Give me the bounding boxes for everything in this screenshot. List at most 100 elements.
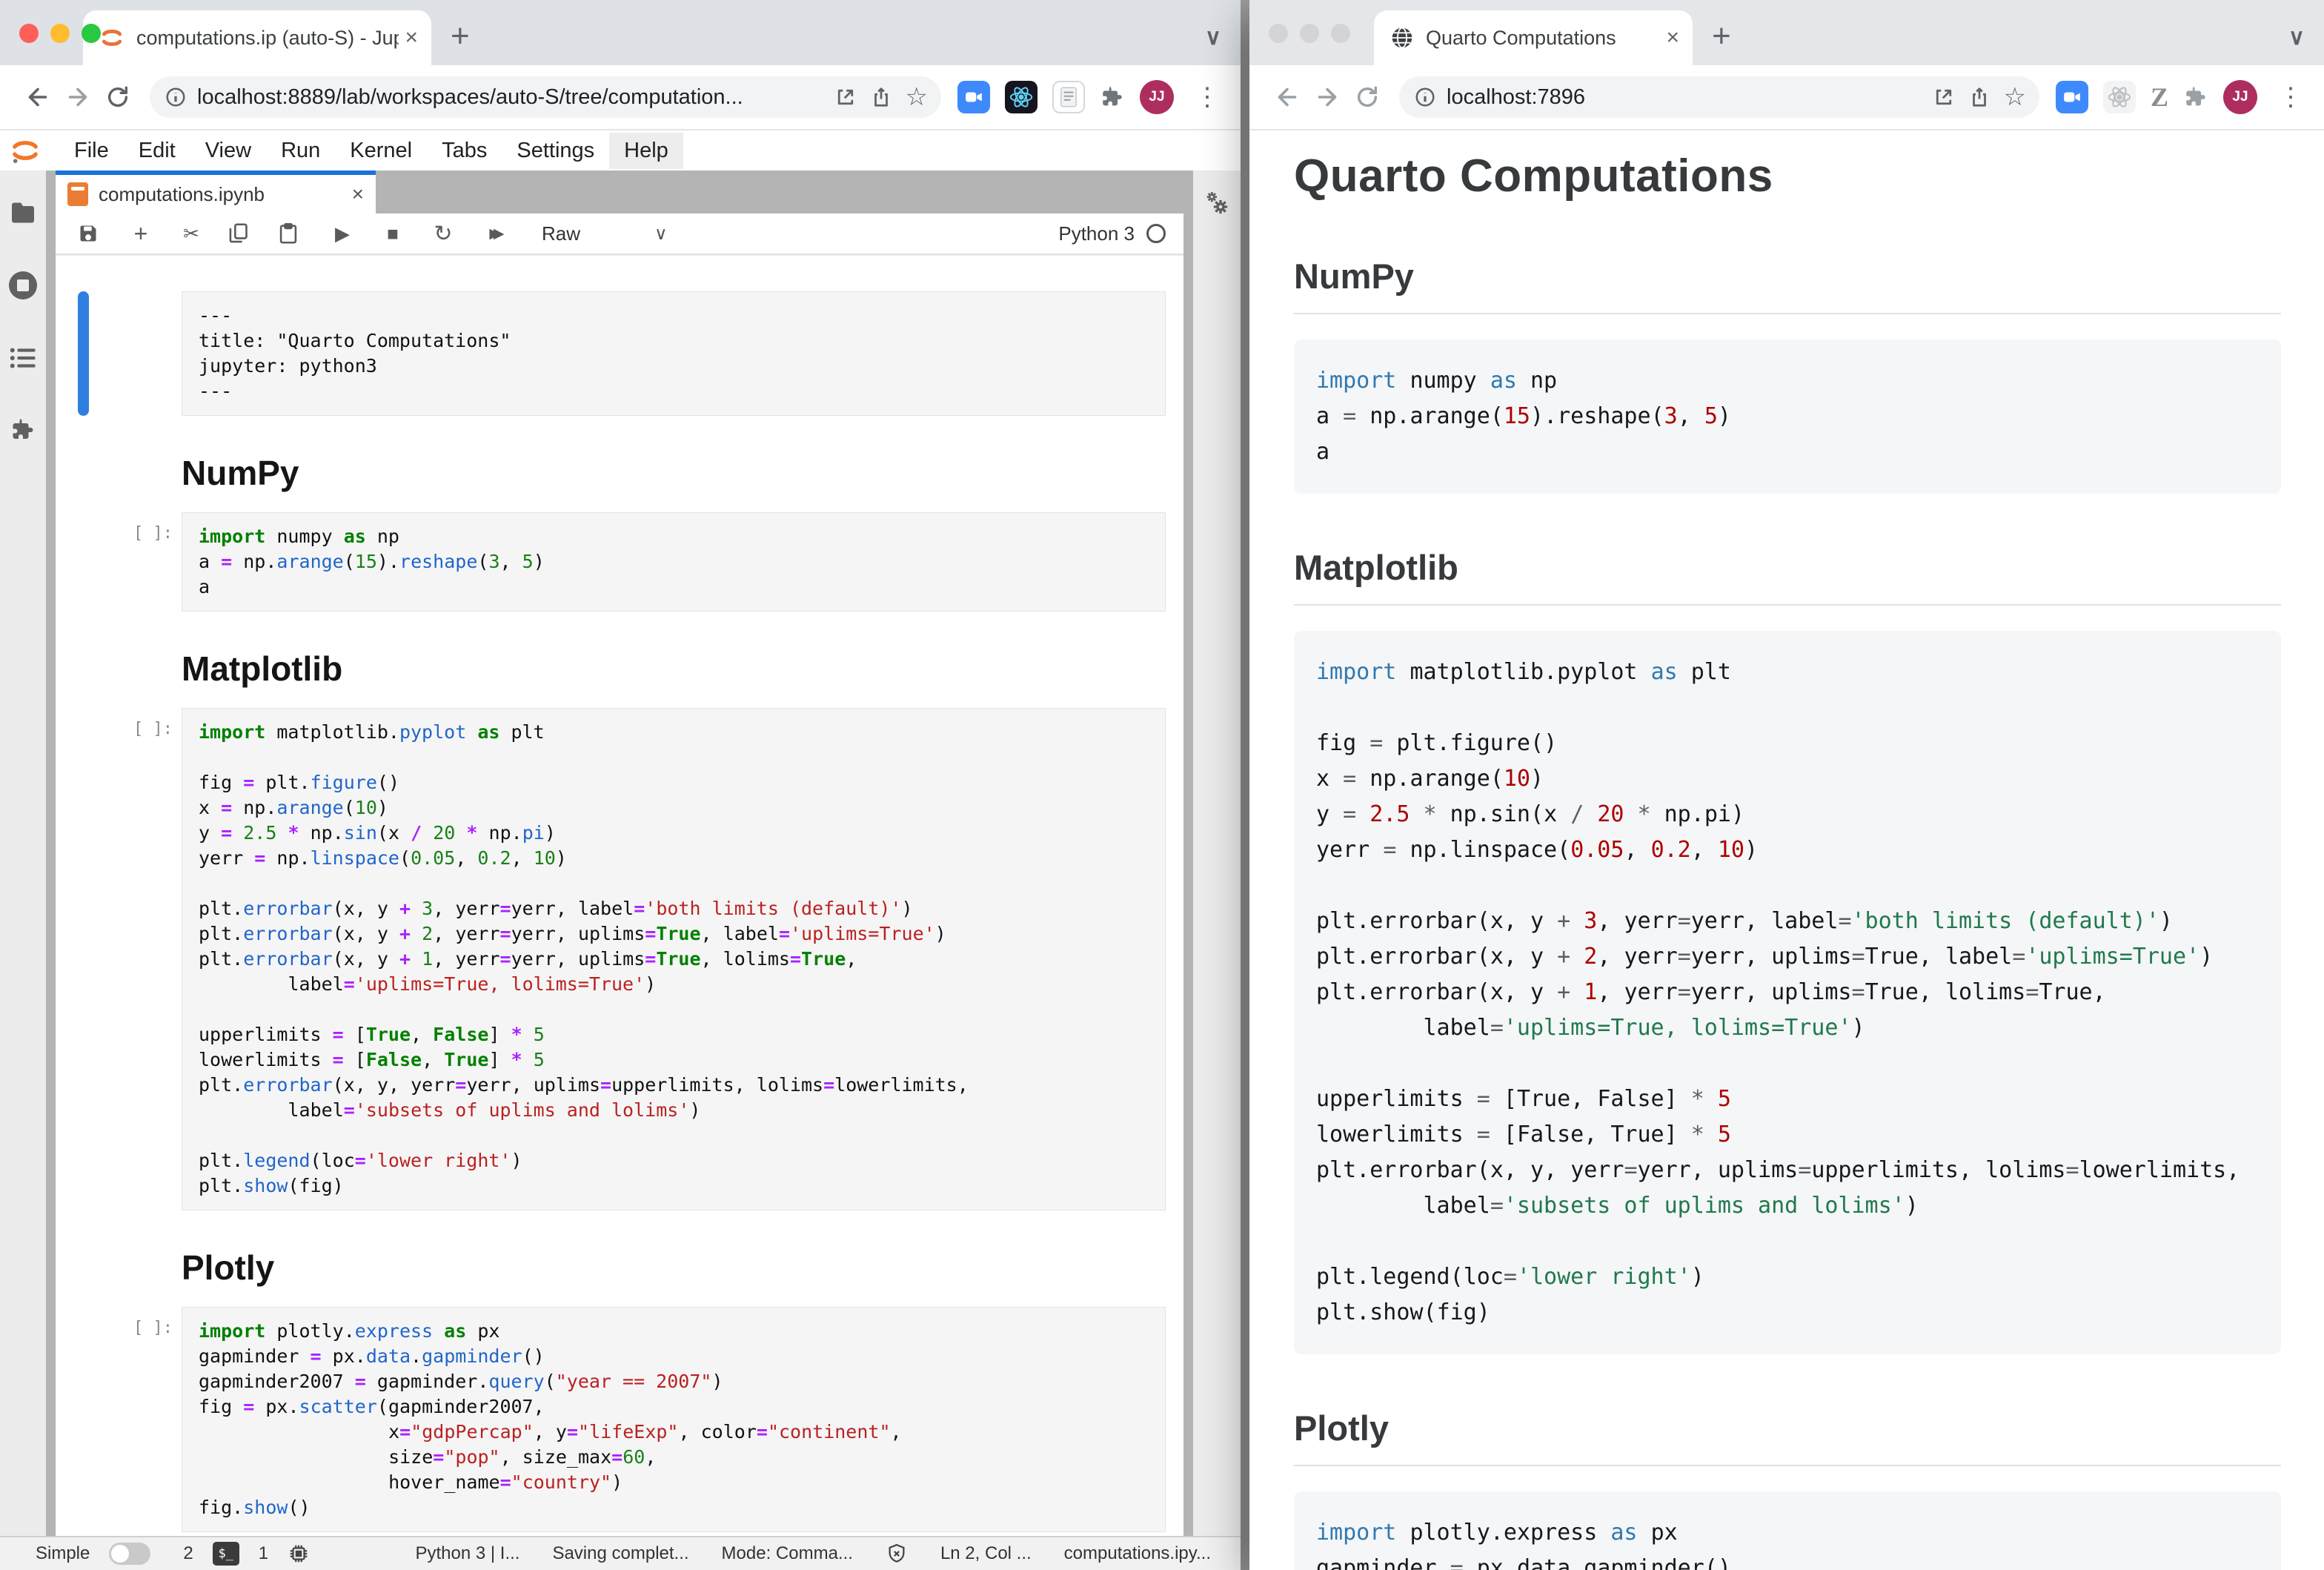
bookmark-star-icon[interactable]: ☆: [2004, 85, 2026, 110]
macos-window-controls[interactable]: [1269, 24, 1350, 43]
puzzle-extensions-icon[interactable]: [1100, 85, 1125, 110]
simple-mode-toggle[interactable]: [109, 1543, 150, 1565]
code-block-numpy: import numpy as np a = np.arange(15).res…: [1294, 339, 2281, 494]
url-text[interactable]: localhost:7896: [1447, 85, 1919, 110]
close-window-button[interactable]: [1269, 24, 1288, 43]
paste-cells-button[interactable]: [279, 223, 305, 244]
globe-favicon: [1390, 26, 1414, 50]
share-icon[interactable]: [1968, 86, 1991, 108]
cell-type-dropdown[interactable]: Raw: [542, 222, 580, 245]
code-cell-editor[interactable]: import plotly.express as px gapminder = …: [182, 1307, 1166, 1532]
browser-tab[interactable]: Quarto Computations ×: [1374, 10, 1693, 65]
address-bar[interactable]: localhost:8889/lab/workspaces/auto-S/tre…: [150, 76, 941, 118]
raw-cell-editor[interactable]: --- title: "Quarto Computations" jupyter…: [182, 291, 1166, 416]
menu-edit[interactable]: Edit: [124, 133, 190, 169]
menu-kernel[interactable]: Kernel: [335, 133, 427, 169]
forward-button[interactable]: [1307, 77, 1347, 117]
tab-close-icon[interactable]: ×: [1666, 25, 1679, 50]
share-icon[interactable]: [870, 86, 892, 108]
code-cell-editor[interactable]: import matplotlib.pyplot as plt fig = pl…: [182, 708, 1166, 1210]
extension-manager-icon[interactable]: [10, 417, 36, 443]
document-extension-icon[interactable]: [1052, 81, 1085, 113]
reload-button[interactable]: [98, 77, 138, 117]
property-inspector-gears-icon[interactable]: [1202, 188, 1232, 218]
restart-kernel-button[interactable]: ↻: [431, 221, 456, 247]
forward-button[interactable]: [58, 77, 98, 117]
extensions-row: Z JJ ⋮: [2056, 80, 2309, 114]
cell-type-chevron-icon[interactable]: ∨: [654, 223, 668, 245]
table-of-contents-icon[interactable]: [10, 347, 36, 369]
code-cell-numpy[interactable]: [ ]: import numpy as np a = np.arange(15…: [56, 512, 1166, 612]
address-bar[interactable]: localhost:7896 ☆: [1399, 76, 2039, 118]
restart-run-all-button[interactable]: ▶▶: [481, 225, 506, 242]
cursor-position[interactable]: Ln 2, Col ...: [940, 1543, 1032, 1564]
code-cell-editor[interactable]: import numpy as np a = np.arange(15).res…: [182, 512, 1166, 612]
open-in-new-icon[interactable]: [1933, 86, 1955, 108]
kernel-name[interactable]: Python 3: [1058, 222, 1135, 245]
cut-cells-button[interactable]: ✂: [179, 222, 204, 245]
stop-kernel-button[interactable]: ■: [380, 222, 405, 245]
browser-tab[interactable]: computations.ip (auto-S) - Jup ×: [83, 10, 431, 65]
saving-status: Saving complet...: [552, 1543, 688, 1564]
bookmark-star-icon[interactable]: ☆: [906, 85, 928, 110]
running-kernels-icon[interactable]: [9, 271, 37, 299]
minimize-window-button[interactable]: [1300, 24, 1319, 43]
raw-cell[interactable]: --- title: "Quarto Computations" jupyter…: [56, 291, 1166, 416]
kernel-status-text[interactable]: Python 3 | I...: [415, 1543, 519, 1564]
open-in-new-icon[interactable]: [834, 86, 857, 108]
reload-button[interactable]: [1347, 77, 1387, 117]
code-cell-matplotlib[interactable]: [ ]: import matplotlib.pyplot as plt fig…: [56, 708, 1166, 1210]
new-tab-button[interactable]: +: [451, 18, 470, 55]
close-window-button[interactable]: [19, 24, 39, 43]
terminals-count: 2: [183, 1543, 193, 1564]
menu-view[interactable]: View: [190, 133, 266, 169]
maximize-window-button[interactable]: [1331, 24, 1350, 43]
extensions-row: JJ ⋮: [957, 80, 1226, 114]
copy-cells-button[interactable]: [229, 223, 254, 244]
url-text[interactable]: localhost:8889/lab/workspaces/auto-S/tre…: [197, 85, 821, 110]
tab-overview-chevron-icon[interactable]: ∨: [1205, 24, 1221, 50]
zoom-extension-icon[interactable]: [2056, 81, 2088, 113]
profile-avatar[interactable]: JJ: [1140, 80, 1174, 114]
save-button[interactable]: [78, 223, 103, 244]
notebook-file-icon: [67, 182, 88, 206]
browser-tab-title: computations.ip (auto-S) - Jup: [136, 27, 399, 50]
notebook-tab-close-icon[interactable]: ×: [352, 182, 364, 206]
site-info-icon[interactable]: [165, 86, 187, 108]
notebook-tab[interactable]: computations.ipynb ×: [56, 170, 376, 213]
mode-indicator[interactable]: Mode: Comma...: [722, 1543, 853, 1564]
menu-run[interactable]: Run: [266, 133, 335, 169]
terminal-icon[interactable]: $_: [213, 1542, 239, 1566]
site-info-icon[interactable]: [1414, 86, 1436, 108]
menu-settings[interactable]: Settings: [502, 133, 609, 169]
tab-overview-chevron-icon[interactable]: ∨: [2288, 24, 2305, 50]
menu-tabs[interactable]: Tabs: [427, 133, 502, 169]
add-cell-button[interactable]: +: [128, 220, 153, 248]
raw-cell-content[interactable]: --- title: "Quarto Computations" jupyter…: [199, 303, 1149, 404]
zoom-extension-icon[interactable]: [957, 81, 990, 113]
menu-file[interactable]: File: [59, 133, 124, 169]
puzzle-extensions-icon[interactable]: [2183, 85, 2208, 110]
react-devtools-extension-icon[interactable]: [2103, 81, 2136, 113]
maximize-window-button[interactable]: [82, 24, 101, 43]
profile-avatar[interactable]: JJ: [2223, 80, 2257, 114]
menu-help[interactable]: Help: [609, 133, 683, 169]
back-button[interactable]: [1267, 77, 1307, 117]
kernel-chip-icon[interactable]: [288, 1543, 310, 1565]
new-tab-button[interactable]: +: [1712, 18, 1731, 55]
file-browser-icon[interactable]: [10, 202, 36, 224]
minimize-window-button[interactable]: [50, 24, 70, 43]
browser-menu-icon[interactable]: ⋮: [1189, 82, 1226, 112]
trust-shield-icon[interactable]: [886, 1543, 908, 1565]
back-button[interactable]: [18, 77, 58, 117]
react-devtools-extension-icon[interactable]: [1005, 81, 1038, 113]
kernel-status-icon[interactable]: [1146, 224, 1166, 243]
tab-close-icon[interactable]: ×: [405, 25, 418, 50]
code-cell-plotly[interactable]: [ ]: import plotly.express as px gapmind…: [56, 1307, 1166, 1532]
browser-menu-icon[interactable]: ⋮: [2272, 82, 2309, 112]
browser-tab-title: Quarto Computations: [1426, 27, 1660, 50]
run-cell-button[interactable]: ▶: [330, 222, 355, 245]
macos-window-controls[interactable]: [19, 24, 101, 43]
zotero-extension-icon[interactable]: Z: [2151, 82, 2168, 113]
section-heading-plotly: Plotly: [1294, 1408, 2281, 1466]
